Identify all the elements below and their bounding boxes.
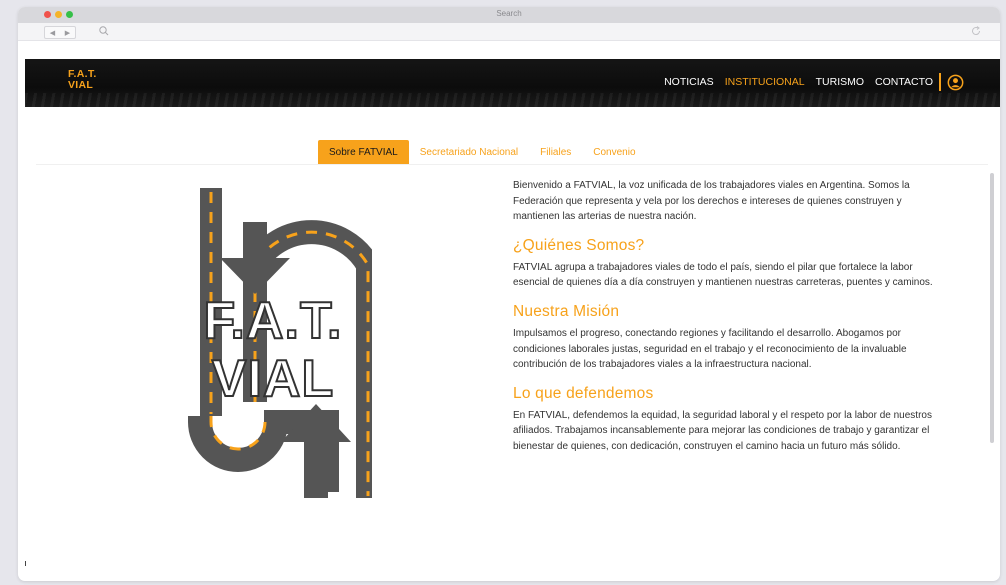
section-heading-nuestra-mision: Nuestra Misión — [513, 302, 620, 320]
reload-icon[interactable] — [970, 25, 982, 37]
section-heading-quienes-somos: ¿Quiénes Somos? — [513, 236, 645, 254]
site-logo[interactable]: F.A.T. VIAL — [68, 69, 97, 90]
tab-sobre-fatvial[interactable]: Sobre FATVIAL — [318, 140, 409, 164]
logo-line-1: F.A.T. — [68, 68, 97, 80]
resize-handle[interactable] — [25, 561, 26, 566]
nav-noticias[interactable]: NOTICIAS — [664, 76, 714, 88]
section-body-quienes-somos: FATVIAL agrupa a trabajadores viales de … — [513, 261, 933, 289]
main-nav: NOTICIAS INSTITUCIONAL TURISMO CONTACTO — [653, 73, 964, 91]
intro-paragraph: Bienvenido a FATVIAL, la voz unificada d… — [513, 180, 910, 223]
nav-divider — [939, 73, 941, 91]
tab-convenio[interactable]: Convenio — [582, 140, 646, 164]
history-nav: ◀ ▶ — [44, 26, 76, 39]
section-body-nuestra-mision: Impulsamos el progreso, conectando regio… — [513, 327, 907, 371]
nav-turismo[interactable]: TURISMO — [816, 76, 864, 88]
logo-line-2: VIAL — [68, 78, 94, 91]
about-content: Bienvenido a FATVIAL, la voz unificada d… — [513, 178, 948, 455]
section-heading-lo-que-defendemos: Lo que defendemos — [513, 384, 654, 402]
graphic-text-line-1: F.A.T. — [204, 292, 343, 350]
back-icon[interactable]: ◀ — [50, 29, 55, 37]
address-bar: ◀ ▶ — [18, 23, 1000, 41]
forward-icon[interactable]: ▶ — [65, 29, 70, 37]
graphic-text-line-2: VIAL — [212, 350, 334, 408]
nav-contacto[interactable]: CONTACTO — [875, 76, 933, 88]
tab-underline — [36, 164, 988, 165]
tab-filiales[interactable]: Filiales — [529, 140, 582, 164]
nav-institucional[interactable]: INSTITUCIONAL — [725, 76, 805, 88]
vertical-scrollbar[interactable] — [990, 173, 994, 443]
section-tabs: Sobre FATVIAL Secretariado Nacional Fili… — [318, 140, 647, 164]
header-texture — [25, 93, 1000, 107]
user-account-icon[interactable] — [947, 74, 964, 91]
window-title: Search — [496, 9, 522, 18]
search-icon[interactable] — [98, 25, 110, 37]
title-bar: Search — [18, 7, 1000, 23]
fatvial-road-graphic: F.A.T. VIAL — [188, 188, 372, 498]
tab-secretariado-nacional[interactable]: Secretariado Nacional — [409, 140, 529, 164]
section-body-lo-que-defendemos: En FATVIAL, defendemos la equidad, la se… — [513, 409, 932, 452]
site-header: F.A.T. VIAL NOTICIAS INSTITUCIONAL TURIS… — [25, 59, 1000, 107]
browser-window: Search ◀ ▶ F.A.T. VIAL NOTICIAS INSTITUC… — [18, 7, 1000, 581]
